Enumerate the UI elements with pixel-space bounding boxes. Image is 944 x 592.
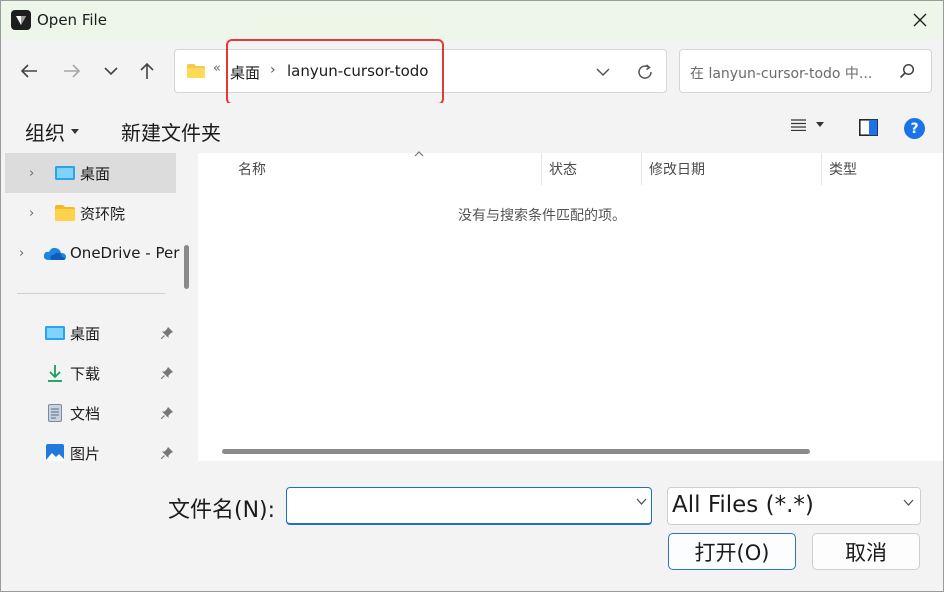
up-button[interactable] (133, 57, 161, 85)
breadcrumb-separator[interactable]: › (270, 62, 276, 78)
chevron-down-icon (104, 67, 118, 76)
filename-combobox[interactable] (286, 487, 652, 525)
close-icon (913, 13, 927, 27)
sidebar-item-onedrive[interactable]: › OneDrive - Per (5, 233, 180, 273)
expand-chevron-icon[interactable]: › (29, 166, 34, 181)
quick-access-downloads[interactable]: 下载 (5, 353, 176, 393)
new-folder-button[interactable]: 新建文件夹 (121, 117, 221, 146)
pin-icon[interactable] (161, 367, 173, 379)
picture-icon (46, 444, 64, 461)
column-header-status[interactable]: 状态 (541, 153, 641, 185)
search-input[interactable]: 在 lanyun-cursor-todo 中... (690, 63, 872, 83)
download-icon (48, 365, 62, 382)
back-button[interactable] (15, 57, 43, 85)
expand-chevron-icon[interactable]: › (19, 246, 24, 261)
column-header-date[interactable]: 修改日期 (641, 153, 821, 185)
pin-icon[interactable] (161, 327, 173, 339)
column-header-type[interactable]: 类型 (821, 153, 941, 185)
open-button[interactable]: 打开(O) (668, 533, 796, 570)
sidebar-item-label: OneDrive - Per (70, 244, 180, 262)
filetype-select[interactable]: All Files (*.*) (667, 487, 921, 525)
sidebar-item-label: 资环院 (80, 204, 126, 223)
chevron-down-icon (596, 67, 610, 76)
folder-icon (55, 205, 75, 221)
help-icon: ? (910, 120, 919, 137)
quick-access-label: 图片 (70, 444, 101, 462)
folder-icon (187, 64, 205, 78)
chevron-down-icon[interactable] (636, 498, 647, 505)
column-header-label: 修改日期 (649, 162, 705, 178)
navigation-bar: « 桌面 › lanyun-cursor-todo 在 lanyun-curso… (1, 39, 943, 103)
sort-ascending-icon (414, 151, 424, 157)
close-button[interactable] (897, 1, 943, 39)
horizontal-scrollbar[interactable] (222, 449, 810, 454)
overflow-crumbs-icon[interactable]: « (213, 61, 221, 76)
help-button[interactable]: ? (904, 118, 925, 139)
breadcrumb-desktop[interactable]: 桌面 (230, 62, 260, 83)
quick-access-label: 桌面 (70, 324, 101, 343)
quick-access-documents[interactable]: 文档 (5, 393, 176, 433)
open-file-dialog: Open File « 桌面 › lanyun-cursor-todo 在 la… (0, 0, 944, 592)
filename-label: 文件名(N): (168, 498, 276, 523)
arrow-up-icon (140, 62, 154, 79)
file-list: 名称 状态 修改日期 类型 没有与搜索条件匹配的项。 (198, 151, 943, 461)
cancel-button[interactable]: 取消 (812, 533, 920, 570)
caret-down-icon (71, 128, 79, 134)
empty-state-message: 没有与搜索条件匹配的项。 (458, 208, 626, 224)
arrow-right-icon (64, 64, 81, 78)
search-icon (899, 63, 915, 79)
command-bar: 组织 新建文件夹 ? (1, 103, 943, 153)
quick-access-pictures[interactable]: 图片 (5, 433, 176, 461)
pin-icon[interactable] (161, 407, 173, 419)
preview-pane-icon[interactable] (859, 119, 878, 136)
search-box[interactable]: 在 lanyun-cursor-todo 中... (679, 49, 932, 93)
onedrive-cloud-icon (43, 247, 66, 260)
address-history-button[interactable] (591, 62, 615, 82)
column-header-label: 状态 (549, 162, 577, 178)
title-bar: Open File (1, 1, 943, 39)
caret-down-icon (816, 122, 824, 127)
sidebar-item-desktop[interactable]: › 桌面 (5, 153, 176, 193)
desktop-folder-icon (45, 326, 65, 340)
app-logo-icon (11, 10, 31, 30)
quick-access-label: 下载 (70, 364, 101, 383)
column-header-label: 名称 (238, 162, 266, 178)
filetype-value: All Files (*.*) (672, 492, 814, 518)
arrow-left-icon (20, 64, 37, 78)
recent-locations-button[interactable] (97, 57, 125, 85)
sidebar-scrollbar[interactable] (184, 245, 189, 289)
column-header-label: 类型 (829, 162, 857, 178)
window-title: Open File (37, 11, 107, 29)
pin-icon[interactable] (161, 447, 173, 459)
chevron-down-icon (903, 499, 914, 506)
expand-chevron-icon[interactable]: › (29, 206, 34, 221)
quick-access-label: 文档 (70, 404, 101, 423)
list-view-icon (791, 119, 806, 131)
quick-access-desktop[interactable]: 桌面 (5, 313, 176, 353)
refresh-icon (638, 64, 652, 79)
document-icon (48, 404, 62, 422)
sidebar-divider (17, 293, 165, 294)
organize-menu-button[interactable]: 组织 (25, 117, 79, 146)
forward-button[interactable] (58, 57, 86, 85)
desktop-folder-icon (55, 166, 75, 180)
sidebar-item-ziyuanhuan[interactable]: › 资环院 (5, 193, 176, 233)
organize-label: 组织 (25, 121, 65, 145)
address-bar[interactable]: « 桌面 › lanyun-cursor-todo (174, 49, 667, 93)
sidebar-item-label: 桌面 (80, 164, 111, 183)
breadcrumb-current-folder[interactable]: lanyun-cursor-todo (287, 62, 428, 80)
refresh-button[interactable] (633, 60, 657, 84)
column-header-name[interactable]: 名称 (230, 151, 541, 185)
view-options-button[interactable] (791, 119, 824, 131)
navigation-pane: › 桌面 › 资环院 › OneDrive - Per 桌面 下载 文档 图片 (1, 153, 194, 461)
dialog-footer: 文件名(N): All Files (*.*) 打开(O) 取消 (1, 461, 943, 591)
